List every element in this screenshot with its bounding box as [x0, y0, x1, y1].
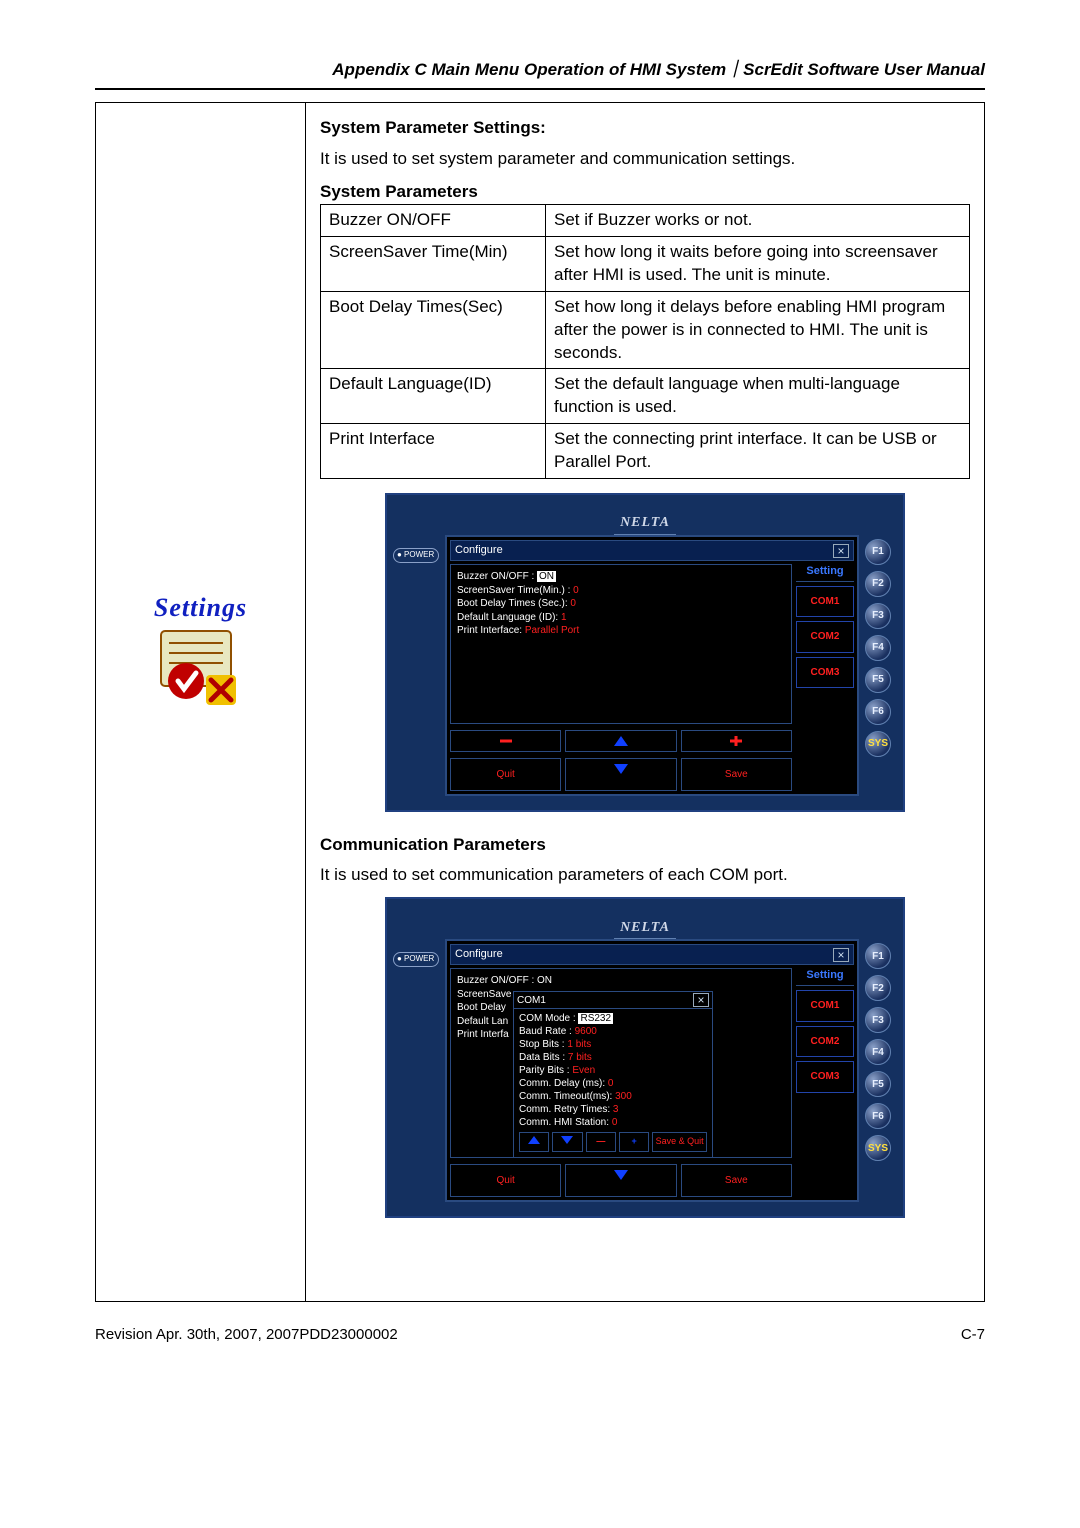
plus-button[interactable]	[681, 730, 792, 752]
settings-graphic-icon	[151, 623, 251, 713]
settings-icon-block: Settings	[141, 593, 261, 713]
content-frame: Settings System Parameter Settings: It i…	[95, 102, 985, 1302]
right-column: System Parameter Settings: It is used to…	[306, 103, 984, 1301]
page-footer: Revision Apr. 30th, 2007, 2007PDD2300000…	[95, 1326, 985, 1343]
sub-plus-button[interactable]: +	[619, 1132, 649, 1152]
quit-button[interactable]: Quit	[450, 1164, 561, 1197]
com1-button[interactable]: COM1	[796, 586, 854, 618]
revision-text: Revision Apr. 30th, 2007, 2007PDD2300000…	[95, 1326, 398, 1343]
table-row: Buzzer ON/OFFSet if Buzzer works or not.	[321, 204, 970, 236]
save-button[interactable]: Save	[681, 758, 792, 791]
f3-key[interactable]: F3	[865, 603, 891, 629]
f6-key[interactable]: F6	[865, 1103, 891, 1129]
sub-up-button[interactable]	[519, 1132, 549, 1152]
device-screenshot-2: NELTA ● POWER Configure × Buzzer ON/OFF …	[385, 897, 905, 1217]
com2-button[interactable]: COM2	[796, 621, 854, 653]
section1-subtitle: System Parameters	[320, 181, 970, 204]
power-indicator: ● POWER	[393, 535, 441, 795]
section1-para: It is used to set system parameter and c…	[320, 148, 970, 171]
section1-title: System Parameter Settings:	[320, 117, 970, 140]
f2-key[interactable]: F2	[865, 975, 891, 1001]
lcd-main-panel: Buzzer ON/OFF : ON ScreenSave Boot Delay…	[450, 968, 792, 1158]
section2-para: It is used to set communication paramete…	[320, 864, 970, 887]
save-quit-button[interactable]: Save & Quit	[652, 1132, 707, 1152]
lcd-main-panel: Buzzer ON/OFF : ON ScreenSaver Time(Min.…	[450, 564, 792, 724]
settings-label: Settings	[141, 593, 261, 623]
f2-key[interactable]: F2	[865, 571, 891, 597]
lcd-screen: Configure × Buzzer ON/OFF : ON ScreenSav…	[445, 939, 859, 1201]
f5-key[interactable]: F5	[865, 1071, 891, 1097]
com2-button[interactable]: COM2	[796, 1026, 854, 1058]
f5-key[interactable]: F5	[865, 667, 891, 693]
sys-key[interactable]: SYS	[865, 1135, 891, 1161]
com1-button[interactable]: COM1	[796, 990, 854, 1022]
com1-subpanel: COM1 × COM Mode : RS232 Baud Rate : 9600…	[513, 991, 713, 1158]
configure-titlebar: Configure ×	[450, 944, 854, 965]
sub-down-button[interactable]	[552, 1132, 582, 1152]
header-rule	[95, 88, 985, 90]
left-column: Settings	[96, 103, 306, 1301]
sys-key[interactable]: SYS	[865, 731, 891, 757]
lcd-side-panel: Setting COM1 COM2 COM3	[796, 564, 854, 724]
quit-button[interactable]: Quit	[450, 758, 561, 791]
lcd-screen: Configure × Buzzer ON/OFF : ON ScreenSav…	[445, 535, 859, 795]
lcd-side-panel: Setting COM1 COM2 COM3	[796, 968, 854, 1158]
table-row: Print InterfaceSet the connecting print …	[321, 424, 970, 479]
section2-title: Communication Parameters	[320, 834, 970, 857]
page-number: C-7	[961, 1326, 985, 1343]
close-icon[interactable]: ×	[833, 544, 849, 558]
power-indicator: ● POWER	[393, 939, 441, 1201]
f6-key[interactable]: F6	[865, 699, 891, 725]
function-keys: F1 F2 F3 F4 F5 F6 SYS	[865, 535, 897, 795]
f1-key[interactable]: F1	[865, 943, 891, 969]
sub-minus-button[interactable]: —	[586, 1132, 616, 1152]
f1-key[interactable]: F1	[865, 539, 891, 565]
system-params-table: Buzzer ON/OFFSet if Buzzer works or not.…	[320, 204, 970, 479]
down-button[interactable]	[565, 1164, 676, 1197]
subpanel-titlebar: COM1 ×	[514, 992, 712, 1009]
save-button[interactable]: Save	[681, 1164, 792, 1197]
table-row: ScreenSaver Time(Min)Set how long it wai…	[321, 236, 970, 291]
f4-key[interactable]: F4	[865, 635, 891, 661]
f3-key[interactable]: F3	[865, 1007, 891, 1033]
table-row: Default Language(ID)Set the default lang…	[321, 369, 970, 424]
f4-key[interactable]: F4	[865, 1039, 891, 1065]
com3-button[interactable]: COM3	[796, 657, 854, 689]
configure-titlebar: Configure ×	[450, 540, 854, 561]
page-header: Appendix C Main Menu Operation of HMI Sy…	[95, 55, 985, 80]
delta-logo: NELTA	[614, 514, 676, 535]
device-screenshot-1: NELTA ● POWER Configure × Buzzer ON/OFF …	[385, 493, 905, 811]
table-row: Boot Delay Times(Sec)Set how long it del…	[321, 291, 970, 369]
close-icon[interactable]: ×	[693, 993, 709, 1007]
close-icon[interactable]: ×	[833, 948, 849, 962]
minus-button[interactable]	[450, 730, 561, 752]
function-keys: F1 F2 F3 F4 F5 F6 SYS	[865, 939, 897, 1201]
down-button[interactable]	[565, 758, 676, 791]
com3-button[interactable]: COM3	[796, 1061, 854, 1093]
delta-logo: NELTA	[614, 919, 676, 940]
up-button[interactable]	[565, 730, 676, 752]
